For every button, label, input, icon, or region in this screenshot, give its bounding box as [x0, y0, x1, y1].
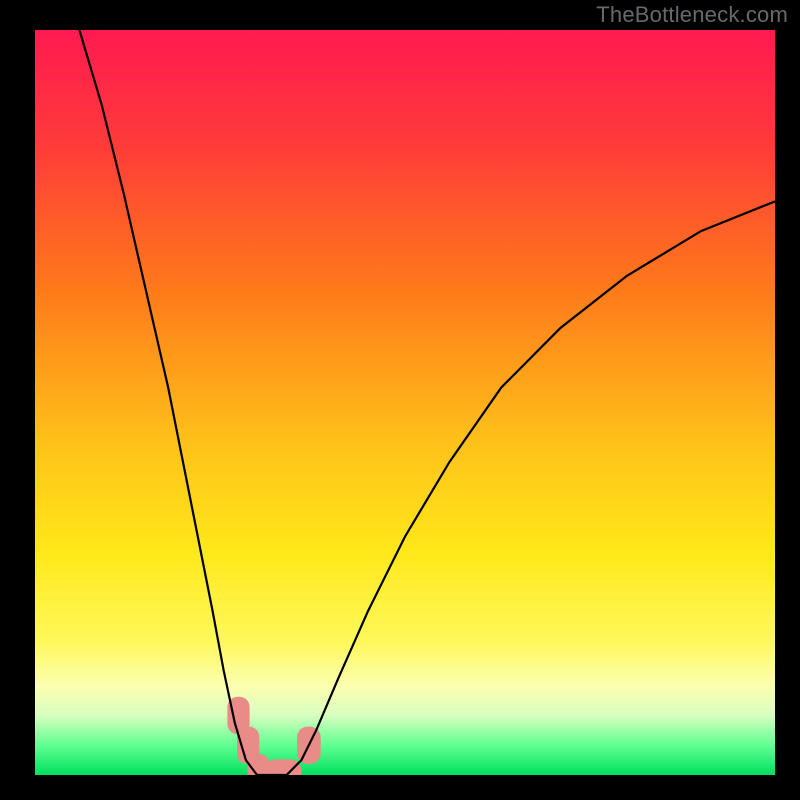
chart-container: TheBottleneck.com — [0, 0, 800, 800]
gradient-background — [35, 30, 775, 775]
plot-area — [35, 30, 775, 775]
watermark-text: TheBottleneck.com — [596, 2, 788, 28]
chart-svg — [35, 30, 775, 775]
